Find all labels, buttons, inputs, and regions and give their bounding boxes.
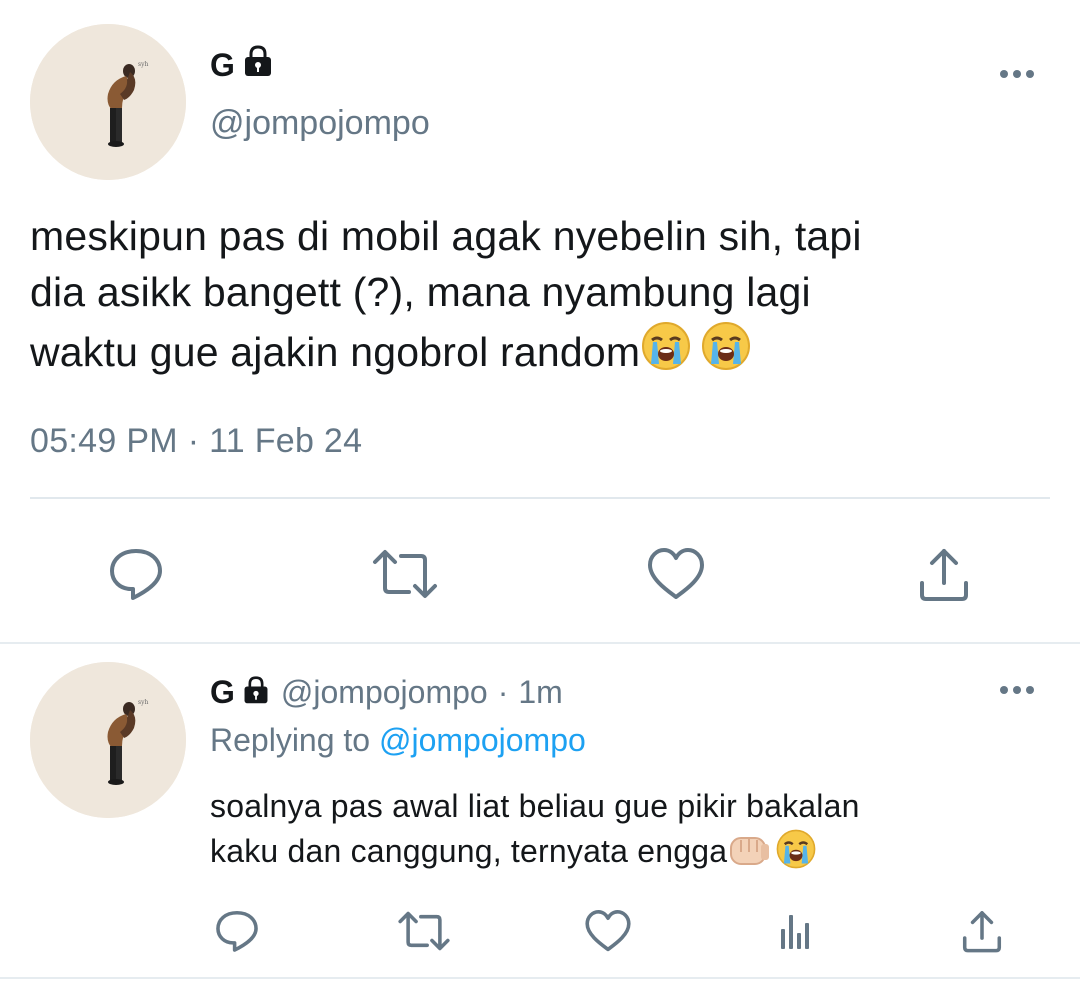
tweet-date: 11 Feb 24 <box>209 422 363 460</box>
svg-text:syh: syh <box>138 699 148 706</box>
display-name[interactable]: G <box>210 44 275 86</box>
replying-to-label: Replying to <box>210 722 371 758</box>
reply-text: soalnya pas awal liat beliau gue pikir b… <box>210 784 1050 881</box>
section-separator <box>0 642 1080 644</box>
like-button[interactable] <box>644 542 708 606</box>
like-icon <box>648 548 704 599</box>
reply-header: G @jompojompo · 1m <box>210 674 563 711</box>
lock-icon <box>241 675 271 710</box>
tweet-text-line: meskipun pas di mobil agak nyebelin sih,… <box>30 213 862 259</box>
replying-to: Replying to @jompojompo <box>210 722 586 759</box>
reply-text-line-content: kaku dan canggung, ternyata engga <box>210 833 728 869</box>
analytics-button[interactable] <box>772 906 818 956</box>
tweet-text-line-content: waktu gue ajakin ngobrol random <box>30 329 641 375</box>
retweet-button[interactable] <box>370 542 440 606</box>
reply-avatar[interactable]: syh <box>30 662 186 818</box>
share-button[interactable] <box>912 542 976 606</box>
reply-icon <box>216 910 258 952</box>
loudly-crying-face-emoji <box>775 828 817 881</box>
svg-text:syh: syh <box>138 61 148 68</box>
analytics-icon <box>781 915 809 949</box>
loudly-crying-face-emoji <box>700 320 752 386</box>
lock-icon <box>241 44 275 86</box>
reply-share-button[interactable] <box>958 906 1006 956</box>
reply-retweet-button[interactable] <box>396 906 452 956</box>
reply-display-name[interactable]: G <box>210 674 235 711</box>
reply-like-button[interactable] <box>582 906 634 956</box>
avatar[interactable]: syh <box>30 24 186 180</box>
replying-to-mention[interactable]: @jompojompo <box>379 722 586 758</box>
display-name-text: G <box>210 46 235 83</box>
share-icon <box>962 911 1002 953</box>
reply-handle[interactable]: @jompojompo <box>281 674 488 711</box>
reply-reply-button[interactable] <box>212 906 262 956</box>
reply-separator: · <box>497 674 509 710</box>
divider <box>30 497 1050 499</box>
bottom-separator <box>0 977 1080 979</box>
more-options-icon[interactable] <box>998 62 1038 91</box>
reply-more-options-icon[interactable] <box>998 678 1038 707</box>
retweet-icon <box>373 550 437 598</box>
tweet-text-line: dia asikk bangett (?), mana nyambung lag… <box>30 269 811 315</box>
tweet-text-line: waktu gue ajakin ngobrol random <box>30 320 1050 386</box>
tweet-text: meskipun pas di mobil agak nyebelin sih,… <box>30 208 1050 386</box>
retweet-icon <box>398 911 450 951</box>
loudly-crying-face-emoji <box>640 320 692 386</box>
handle[interactable]: @jompojompo <box>210 104 430 143</box>
reply-icon <box>110 549 162 600</box>
reply-button[interactable] <box>104 542 168 606</box>
like-icon <box>585 910 631 952</box>
tweet-time: 05:49 PM <box>30 422 178 460</box>
reply-text-line: soalnya pas awal liat beliau gue pikir b… <box>210 788 860 824</box>
share-icon <box>920 549 968 601</box>
reply-text-line: kaku dan canggung, ternyata engga <box>210 828 1050 881</box>
reply-age: 1m <box>518 674 563 710</box>
oncoming-fist-emoji <box>727 830 771 881</box>
timestamp-separator: · <box>187 422 200 460</box>
tweet-timestamp[interactable]: 05:49 PM · 11 Feb 24 <box>30 422 362 461</box>
